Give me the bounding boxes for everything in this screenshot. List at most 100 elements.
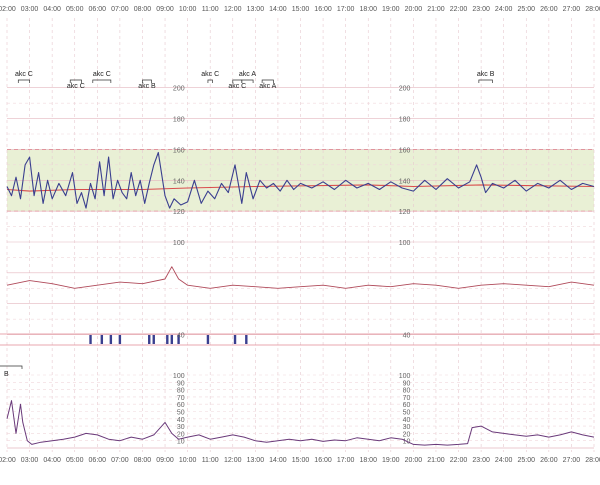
movement-marker <box>89 335 92 344</box>
movement-marker <box>206 335 210 344</box>
time-label-bottom: 04:00 <box>43 457 61 464</box>
time-label-top: 28:00 <box>585 6 600 13</box>
time-label-top: 26:00 <box>540 6 558 13</box>
fhr-tick-label: 180 <box>399 117 411 124</box>
time-label-bottom: 16:00 <box>314 457 332 464</box>
time-label-top: 20:00 <box>405 6 423 13</box>
time-label-bottom: 05:00 <box>66 457 84 464</box>
fhr-tick-label: 120 <box>173 209 185 216</box>
time-label-top: 23:00 <box>472 6 490 13</box>
annotation-label: akc A <box>239 71 256 78</box>
time-label-bottom: 08:00 <box>134 457 152 464</box>
time-label-bottom: 21:00 <box>427 457 445 464</box>
time-label-top: 14:00 <box>269 6 287 13</box>
time-label-top: 17:00 <box>337 6 355 13</box>
time-label-bottom: 14:00 <box>269 457 287 464</box>
time-label-top: 22:00 <box>450 6 468 13</box>
annotation-bracket <box>92 79 112 83</box>
time-label-bottom: 03:00 <box>21 457 39 464</box>
time-label-top: 13:00 <box>247 6 265 13</box>
time-label-top: 03:00 <box>21 6 39 13</box>
time-label-bottom: 20:00 <box>405 457 423 464</box>
movement-marker <box>245 335 248 344</box>
uc-tick-label: 100 <box>399 373 411 380</box>
ctg-chart: 40 100 120 140 160 180 200 10 20 30 40 50 60 70 80 90 10… <box>0 0 600 480</box>
time-label-top: 04:00 <box>43 6 61 13</box>
uc-tick-label: 20 <box>403 431 411 438</box>
time-label-top: 10:00 <box>179 6 197 13</box>
movement-marker <box>109 335 113 344</box>
uc-tick-label: 90 <box>403 380 411 387</box>
time-label-bottom: 26:00 <box>540 457 558 464</box>
annotation-label: akc C <box>93 71 111 78</box>
uc-annotation-bracket <box>0 365 23 369</box>
annotation-label: akc B <box>138 83 156 90</box>
uc-tick-label: 80 <box>177 388 185 395</box>
time-label-bottom: 07:00 <box>111 457 129 464</box>
time-label-top: 05:00 <box>66 6 84 13</box>
uc-tick-label: 70 <box>177 395 185 402</box>
time-label-top: 11:00 <box>202 6 219 13</box>
time-label-bottom: 19:00 <box>382 457 400 464</box>
time-label-bottom: 15:00 <box>292 457 310 464</box>
movement-marker <box>148 335 151 344</box>
uc-tick-label: 70 <box>403 395 411 402</box>
movement-marker <box>233 335 237 344</box>
movement-marker <box>100 335 104 344</box>
fhr-tick-label: 140 <box>173 178 185 185</box>
annotation-label: akc C <box>67 83 85 90</box>
time-label-top: 09:00 <box>156 6 174 13</box>
fhr-tick-label: 40 <box>403 333 411 340</box>
movement-marker <box>152 335 155 344</box>
uc-tick-label: 40 <box>177 417 185 424</box>
time-label-bottom: 27:00 <box>563 457 581 464</box>
time-label-bottom: 10:00 <box>179 457 197 464</box>
uc-tick-label: 10 <box>177 439 185 446</box>
ctg-svg: 4010012014016018020010203040506070809010… <box>0 6 600 464</box>
uc-tick-label: 50 <box>403 410 411 417</box>
time-label-top: 02:00 <box>0 6 16 13</box>
movement-marker <box>118 335 122 344</box>
time-label-top: 18:00 <box>359 6 377 13</box>
time-label-top: 27:00 <box>563 6 581 13</box>
time-label-top: 15:00 <box>292 6 310 13</box>
time-label-top: 06:00 <box>89 6 107 13</box>
uc-tick-label: 80 <box>403 388 411 395</box>
time-label-bottom: 12:00 <box>224 457 242 464</box>
time-label-bottom: 24:00 <box>495 457 513 464</box>
annotation-label: akc C <box>228 83 246 90</box>
time-label-top: 07:00 <box>111 6 129 13</box>
time-label-bottom: 06:00 <box>89 457 107 464</box>
uc-tick-label: 50 <box>177 410 185 417</box>
time-label-bottom: 09:00 <box>156 457 174 464</box>
fhr-tick-label: 160 <box>173 147 185 154</box>
annotation-bracket <box>17 79 30 83</box>
annotation-label: akc C <box>15 71 33 78</box>
uc-tick-label: 90 <box>177 380 185 387</box>
fhr-tick-label: 200 <box>173 86 185 93</box>
uc-tick-label: 60 <box>177 402 185 409</box>
fhr-tick-label: 40 <box>177 333 185 340</box>
fhr-tick-label: 160 <box>399 147 411 154</box>
time-label-bottom: 28:00 <box>585 457 600 464</box>
annotation-label: akc A <box>259 83 276 90</box>
time-label-top: 08:00 <box>134 6 152 13</box>
movement-marker <box>166 335 169 344</box>
fhr-tick-label: 140 <box>399 178 411 185</box>
time-label-bottom: 23:00 <box>472 457 490 464</box>
uc-tick-label: 40 <box>403 417 411 424</box>
uc-tick-label: 30 <box>177 424 185 431</box>
fhr-tick-label: 120 <box>399 209 411 216</box>
time-label-top: 25:00 <box>518 6 536 13</box>
uc-annotation-label: B <box>4 371 9 378</box>
fhr-tick-label: 200 <box>399 86 411 93</box>
time-label-bottom: 25:00 <box>518 457 536 464</box>
uc-tick-label: 60 <box>403 402 411 409</box>
time-label-top: 21:00 <box>427 6 445 13</box>
fhr-tick-label: 100 <box>173 240 185 247</box>
time-label-top: 24:00 <box>495 6 513 13</box>
time-label-bottom: 17:00 <box>337 457 355 464</box>
uc-tick-label: 20 <box>177 431 185 438</box>
time-label-bottom: 02:00 <box>0 457 16 464</box>
time-label-top: 12:00 <box>224 6 242 13</box>
